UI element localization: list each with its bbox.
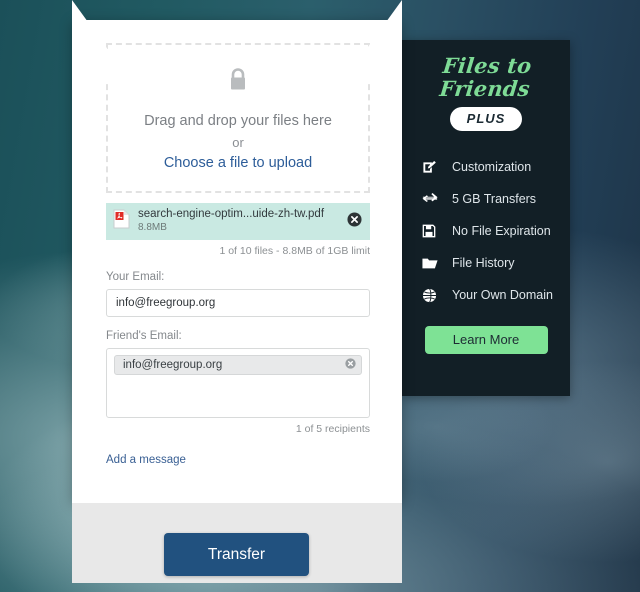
uploaded-file-item: search-engine-optim...uide-zh-tw.pdf 8.8… [106, 203, 370, 240]
folder-icon [422, 257, 446, 270]
promo-panel: Files to Friends PLUS Customization 5 GB… [402, 40, 570, 396]
globe-icon [422, 288, 446, 303]
friends-email-label: Friend's Email: [106, 330, 182, 342]
promo-feature-list: Customization 5 GB Transfers No File Exp… [422, 151, 570, 311]
file-meta: search-engine-optim...uide-zh-tw.pdf 8.8… [130, 208, 347, 235]
file-name: search-engine-optim...uide-zh-tw.pdf [138, 207, 325, 220]
file-size: 8.8MB [138, 222, 167, 234]
lock-icon [226, 66, 250, 99]
dropzone-primary-text: Drag and drop your files here [144, 112, 332, 129]
transfer-button[interactable]: Transfer [164, 533, 309, 576]
promo-feature-expiration: No File Expiration [422, 215, 570, 247]
promo-badge-wrap: PLUS [402, 107, 570, 132]
envelope-flap-left [72, 0, 130, 80]
recipients-input-box[interactable]: info@freegroup.org [106, 348, 370, 418]
your-email-input[interactable] [106, 289, 370, 317]
plus-badge: PLUS [449, 107, 523, 132]
recipient-chip: info@freegroup.org [114, 355, 362, 375]
recipient-email: info@freegroup.org [123, 359, 223, 371]
page-root: Files to Friends PLUS Customization 5 GB… [0, 0, 640, 592]
promo-feature-domain: Your Own Domain [422, 279, 570, 311]
pdf-file-icon [113, 209, 130, 234]
promo-feature-label: File History [452, 256, 515, 271]
promo-feature-label: No File Expiration [452, 224, 551, 239]
dropzone-separator-text: or [232, 134, 244, 150]
remove-recipient-icon[interactable] [345, 358, 356, 372]
upload-card: Drag and drop your files here or Choose … [72, 20, 402, 503]
promo-feature-label: Your Own Domain [452, 288, 553, 303]
promo-feature-label: 5 GB Transfers [452, 192, 537, 207]
envelope-flap-right [344, 0, 402, 80]
transfer-arrows-icon [422, 192, 446, 206]
floppy-disk-icon [422, 224, 446, 238]
promo-feature-history: File History [422, 247, 570, 279]
add-message-link[interactable]: Add a message [106, 454, 186, 466]
files-count-text: 1 of 10 files - 8.8MB of 1GB limit [219, 245, 370, 257]
learn-more-button[interactable]: Learn More [424, 326, 548, 355]
promo-feature-customization: Customization [422, 151, 570, 183]
remove-file-icon[interactable] [347, 211, 362, 232]
your-email-label: Your Email: [106, 271, 165, 283]
file-dropzone[interactable]: Drag and drop your files here or Choose … [106, 43, 370, 193]
recipients-count-text: 1 of 5 recipients [295, 423, 370, 435]
choose-file-link[interactable]: Choose a file to upload [164, 155, 312, 171]
promo-feature-label: Customization [452, 160, 532, 175]
edit-square-icon [422, 160, 446, 175]
promo-feature-transfers: 5 GB Transfers [422, 183, 570, 215]
promo-logo: Files to Friends [438, 53, 533, 102]
